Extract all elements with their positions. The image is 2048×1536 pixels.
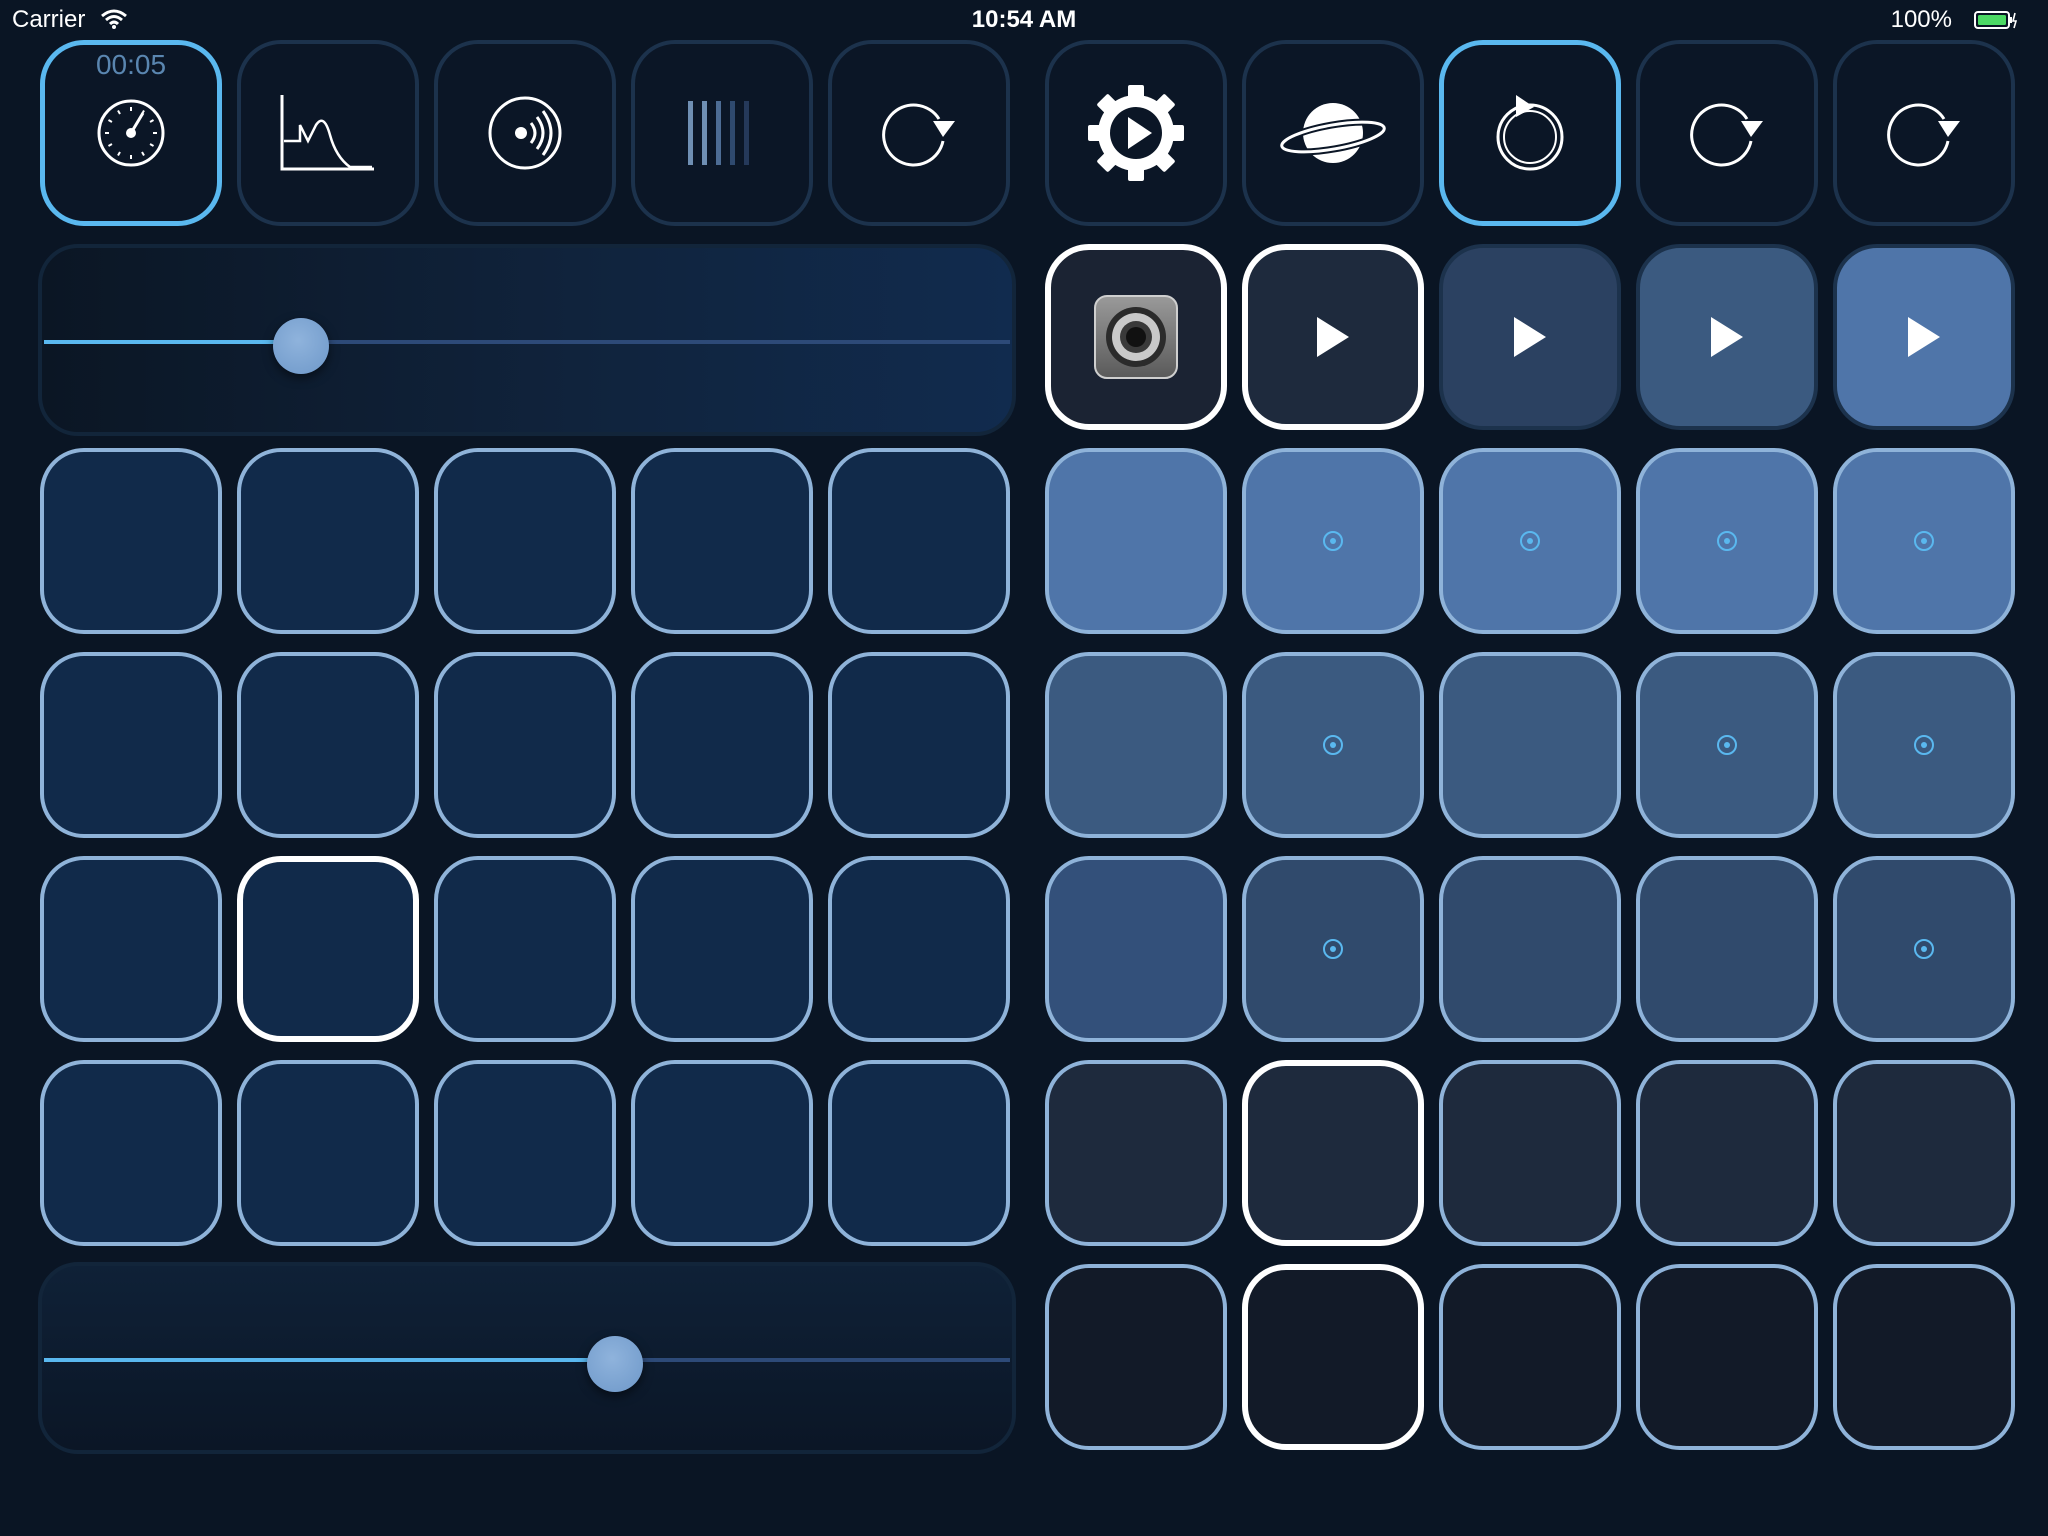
level-bars-icon <box>635 44 809 222</box>
clip-pad[interactable] <box>1045 1264 1227 1450</box>
bottom-slider-fill <box>44 1358 615 1362</box>
left-pad[interactable] <box>434 856 616 1042</box>
clip-pad[interactable] <box>1439 652 1621 838</box>
left-pad[interactable] <box>434 652 616 838</box>
status-bar: Carrier 10:54 AM 100% <box>0 0 2048 40</box>
toolbar-button-left-4[interactable] <box>631 40 813 226</box>
status-time: 10:54 AM <box>971 6 1077 33</box>
clip-pad[interactable] <box>1439 1060 1621 1246</box>
left-pad[interactable] <box>631 448 813 634</box>
toolbar-button-left-5[interactable] <box>828 40 1010 226</box>
play-settings-gear-icon <box>1049 44 1223 222</box>
left-pad[interactable] <box>631 652 813 838</box>
clip-pad[interactable] <box>1833 1060 2015 1246</box>
clip-pad[interactable] <box>1242 1060 1424 1246</box>
left-pad[interactable] <box>237 1060 419 1246</box>
loop-arrow-icon <box>1640 44 1814 222</box>
clip-pad[interactable] <box>1439 1264 1621 1450</box>
bottom-slider-knob[interactable] <box>586 1336 643 1392</box>
left-pad[interactable] <box>40 1060 222 1246</box>
clip-pad[interactable] <box>1636 448 1818 634</box>
toolbar-button-left-3[interactable] <box>434 40 616 226</box>
left-pad[interactable] <box>237 856 419 1042</box>
battery-charging-icon <box>1974 11 2018 29</box>
clip-indicator-icon <box>1520 531 1540 551</box>
top-slider-fill <box>44 340 301 344</box>
clip-pad[interactable] <box>1242 856 1424 1042</box>
clip-pad[interactable] <box>1242 652 1424 838</box>
toolbar-button-left-1[interactable]: 00:05 <box>40 40 222 226</box>
bottom-slider-track[interactable] <box>44 1358 1010 1362</box>
left-pad[interactable] <box>828 448 1010 634</box>
clip-pad[interactable] <box>1636 1060 1818 1246</box>
clip-pad[interactable] <box>1045 652 1227 838</box>
left-pad[interactable] <box>828 1060 1010 1246</box>
left-pad[interactable] <box>40 856 222 1042</box>
left-pad[interactable] <box>631 1060 813 1246</box>
clip-pad[interactable] <box>1439 856 1621 1042</box>
left-pad[interactable] <box>40 652 222 838</box>
loop-arrow-icon <box>832 44 1006 222</box>
left-pad[interactable] <box>434 1060 616 1246</box>
clip-indicator-icon <box>1323 735 1343 755</box>
left-pad[interactable] <box>237 652 419 838</box>
clip-pad[interactable] <box>1833 652 2015 838</box>
clip-pad[interactable] <box>1833 856 2015 1042</box>
clip-pad[interactable] <box>1833 448 2015 634</box>
clip-indicator-icon <box>1323 531 1343 551</box>
toolbar-button-left-2[interactable] <box>237 40 419 226</box>
clip-indicator-icon <box>1914 735 1934 755</box>
clip-launcher-5[interactable] <box>1833 244 2015 430</box>
clip-pad[interactable] <box>1636 856 1818 1042</box>
play-icon <box>1837 248 2011 426</box>
clip-pad[interactable] <box>1636 1264 1818 1450</box>
speaker-icon <box>1051 250 1221 424</box>
loop-arrow-icon <box>1837 44 2011 222</box>
toolbar-button-right-5[interactable] <box>1833 40 2015 226</box>
sound-wave-icon <box>438 44 612 222</box>
toolbar-button-right-2[interactable] <box>1242 40 1424 226</box>
timer-label: 00:05 <box>95 49 167 80</box>
clip-indicator-icon <box>1914 939 1934 959</box>
clip-indicator-icon <box>1717 735 1737 755</box>
planet-icon <box>1246 44 1420 222</box>
clip-launcher-1[interactable] <box>1045 244 1227 430</box>
clip-pad[interactable] <box>1045 448 1227 634</box>
clip-pad[interactable] <box>1045 1060 1227 1246</box>
clip-launcher-4[interactable] <box>1636 244 1818 430</box>
loop-record-icon <box>1444 45 1616 221</box>
toolbar-button-right-1[interactable] <box>1045 40 1227 226</box>
battery-percentage: 100% <box>1890 6 1952 33</box>
clip-pad[interactable] <box>1242 448 1424 634</box>
left-pad[interactable] <box>631 856 813 1042</box>
clip-pad[interactable] <box>1045 856 1227 1042</box>
toolbar-button-right-4[interactable] <box>1636 40 1818 226</box>
left-pad[interactable] <box>828 856 1010 1042</box>
bottom-slider[interactable] <box>38 1262 1016 1454</box>
left-pad[interactable] <box>828 652 1010 838</box>
clip-pad[interactable] <box>1439 448 1621 634</box>
left-pad[interactable] <box>40 448 222 634</box>
clip-indicator-icon <box>1914 531 1934 551</box>
toolbar-button-right-3[interactable] <box>1439 40 1621 226</box>
clip-launcher-3[interactable] <box>1439 244 1621 430</box>
envelope-curve-icon <box>241 44 415 222</box>
clip-launcher-2[interactable] <box>1242 244 1424 430</box>
left-pad[interactable] <box>434 448 616 634</box>
play-icon <box>1640 248 1814 426</box>
clip-indicator-icon <box>1717 531 1737 551</box>
clip-pad[interactable] <box>1242 1264 1424 1450</box>
clip-pad[interactable] <box>1636 652 1818 838</box>
top-slider-knob[interactable] <box>272 318 329 374</box>
top-slider-track[interactable] <box>44 340 1010 344</box>
left-pad[interactable] <box>237 448 419 634</box>
clip-pad[interactable] <box>1833 1264 2015 1450</box>
top-slider[interactable] <box>38 244 1016 436</box>
play-icon <box>1443 248 1617 426</box>
play-icon <box>1248 250 1418 424</box>
clip-indicator-icon <box>1323 939 1343 959</box>
